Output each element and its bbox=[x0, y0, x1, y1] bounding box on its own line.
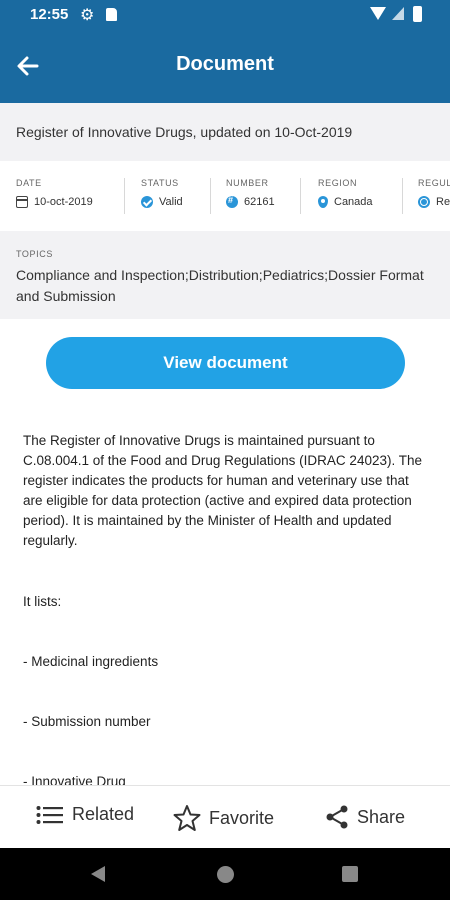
related-label: Related bbox=[72, 804, 135, 824]
document-description: The Register of Innovative Drugs is main… bbox=[23, 431, 428, 785]
meta-number-value: 62161 bbox=[244, 196, 275, 208]
related-button[interactable]: Related bbox=[36, 804, 134, 825]
system-nav-bar bbox=[0, 848, 450, 900]
divider bbox=[402, 178, 403, 214]
meta-number: NUMBER 62161 bbox=[226, 178, 275, 214]
meta-regulatory: REGUL Re bbox=[418, 178, 450, 214]
meta-region-value: Canada bbox=[334, 196, 373, 208]
list-item: - Innovative Drug bbox=[23, 774, 126, 785]
metadata-strip[interactable]: DATE 10-oct-2019 STATUS Valid NUMBER 621… bbox=[0, 168, 450, 224]
share-button[interactable]: Share bbox=[325, 804, 405, 830]
topics-label: TOPICS bbox=[16, 249, 53, 259]
divider bbox=[124, 178, 125, 214]
document-title: Register of Innovative Drugs, updated on… bbox=[16, 124, 353, 140]
meta-date: DATE 10-oct-2019 bbox=[16, 178, 93, 214]
location-pin-icon bbox=[318, 196, 328, 208]
topics-value: Compliance and Inspection;Distribution;P… bbox=[16, 267, 424, 304]
divider bbox=[300, 178, 301, 214]
battery-icon bbox=[413, 6, 422, 22]
lists-intro: It lists: bbox=[23, 594, 62, 609]
view-document-button[interactable]: View document bbox=[46, 337, 405, 389]
status-bar: 12:55 ⚙ bbox=[0, 0, 450, 30]
meta-regulatory-value: Re bbox=[436, 196, 450, 208]
meta-status-label: STATUS bbox=[141, 178, 179, 188]
share-icon bbox=[326, 805, 348, 829]
topics-band: TOPICS Compliance and Inspection;Distrib… bbox=[0, 231, 450, 319]
meta-status-value: Valid bbox=[159, 196, 183, 208]
meta-number-label: NUMBER bbox=[226, 178, 269, 188]
favorite-label: Favorite bbox=[209, 807, 275, 828]
system-back-icon[interactable] bbox=[91, 866, 105, 882]
system-home-icon[interactable] bbox=[217, 866, 234, 883]
meta-region-label: REGION bbox=[318, 178, 358, 188]
list-item: - Medicinal ingredients bbox=[23, 654, 159, 669]
hash-icon bbox=[226, 195, 238, 208]
document-title-band: Register of Innovative Drugs, updated on… bbox=[0, 103, 450, 161]
meta-regulatory-label: REGUL bbox=[418, 178, 450, 188]
favorite-button[interactable]: Favorite bbox=[173, 804, 274, 832]
globe-icon bbox=[418, 196, 430, 208]
wifi-icon bbox=[370, 7, 386, 20]
share-label: Share bbox=[357, 806, 406, 827]
calendar-icon bbox=[16, 196, 28, 208]
bottom-action-bar: Related Favorite Share bbox=[0, 785, 450, 848]
check-circle-icon bbox=[141, 196, 153, 208]
list-icon bbox=[36, 805, 63, 824]
description-paragraph: The Register of Innovative Drugs is main… bbox=[23, 433, 422, 548]
gear-icon: ⚙ bbox=[80, 7, 95, 24]
star-icon bbox=[173, 805, 201, 831]
meta-date-value: 10-oct-2019 bbox=[34, 196, 93, 208]
status-time: 12:55 bbox=[30, 6, 69, 23]
sd-card-icon bbox=[106, 8, 117, 21]
meta-region: REGION Canada bbox=[318, 178, 373, 214]
page-title: Document bbox=[176, 53, 274, 75]
meta-date-label: DATE bbox=[16, 178, 42, 188]
signal-icon bbox=[392, 7, 404, 20]
app-bar: Document bbox=[0, 30, 450, 103]
meta-status: STATUS Valid bbox=[141, 178, 183, 214]
list-item: - Submission number bbox=[23, 714, 151, 729]
system-recents-icon[interactable] bbox=[342, 866, 358, 882]
divider bbox=[210, 178, 211, 214]
